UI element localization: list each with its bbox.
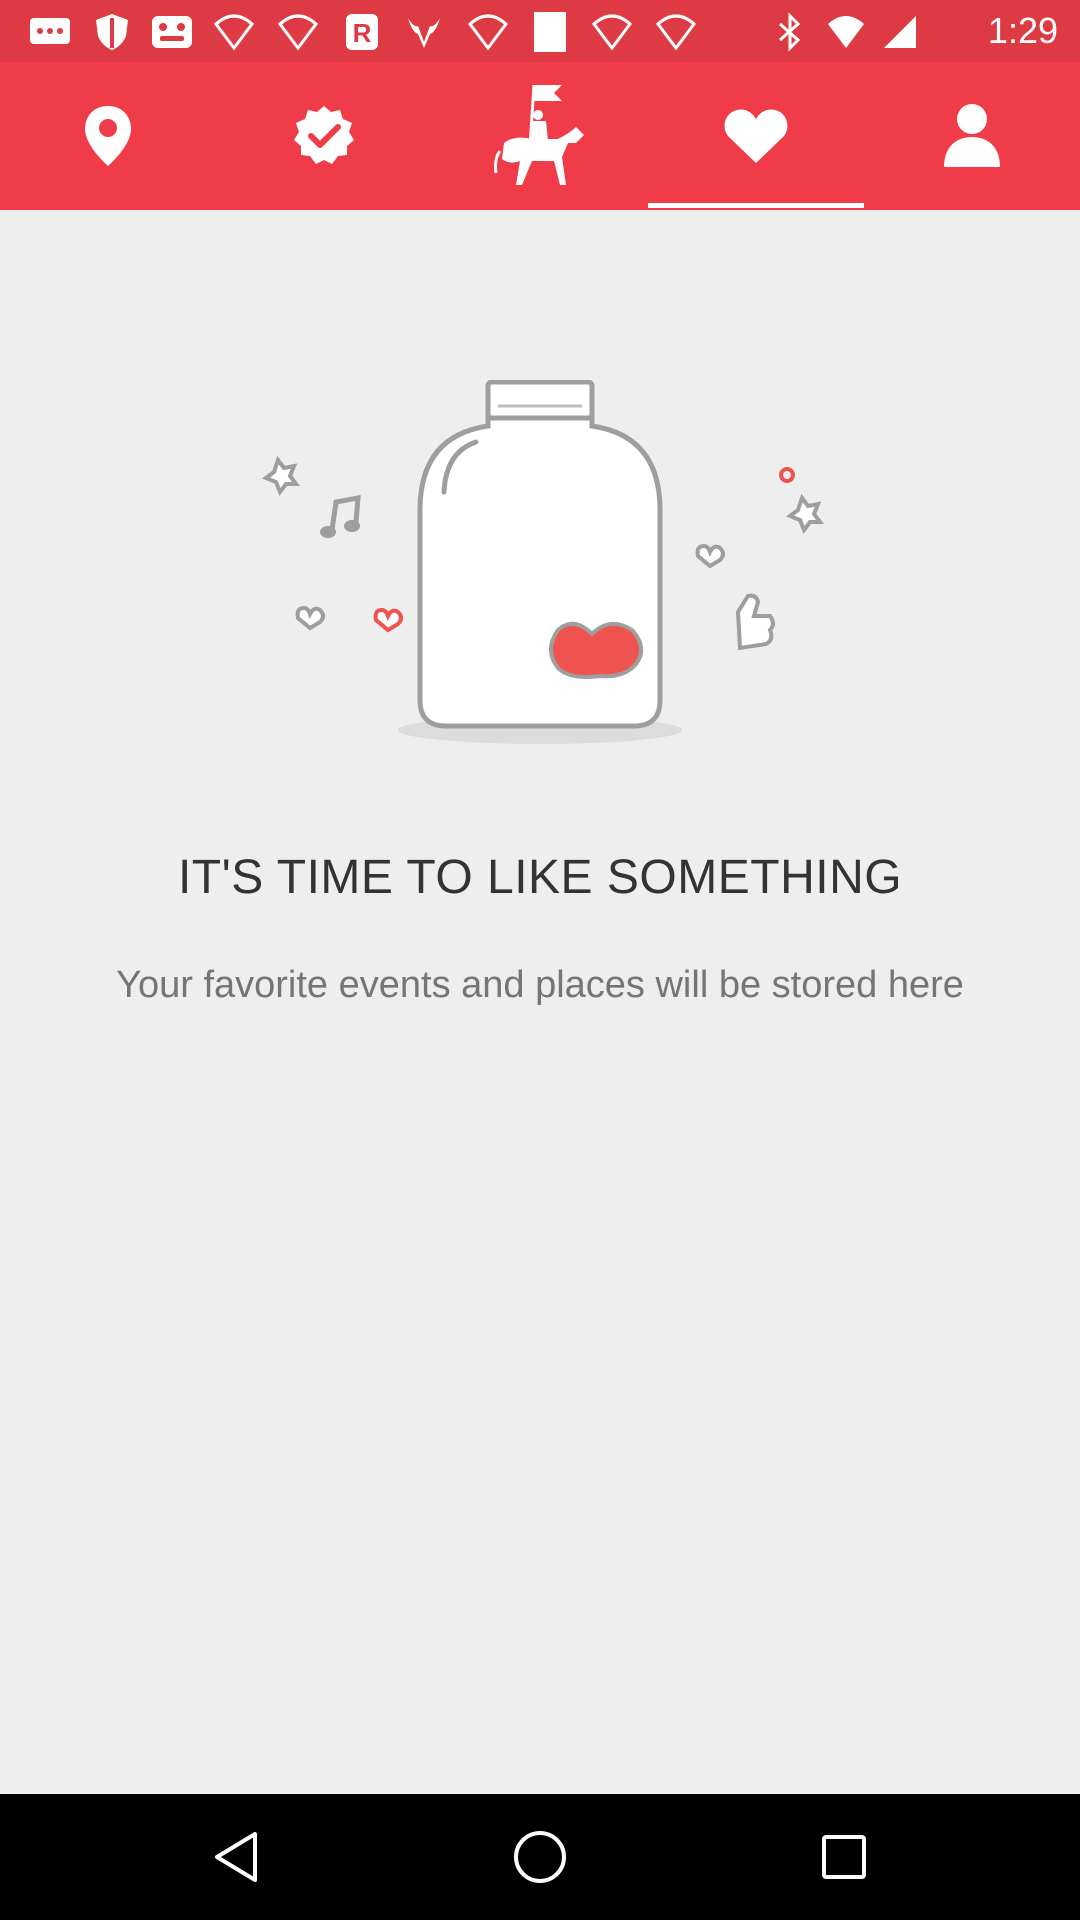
- wifi-icon: [214, 14, 254, 51]
- blank-app-icon: [534, 12, 566, 52]
- selected-tab-indicator: [648, 203, 864, 208]
- recents-button[interactable]: [814, 1827, 874, 1887]
- tab-events[interactable]: [432, 62, 648, 210]
- back-icon: [215, 1832, 257, 1882]
- person-icon: [944, 104, 1000, 167]
- bull-icon: [408, 18, 440, 48]
- svg-text:R: R: [353, 18, 372, 48]
- tab-verified[interactable]: [216, 62, 432, 210]
- map-pin-icon: [85, 106, 131, 166]
- empty-state-subtitle: Your favorite events and places will be …: [116, 964, 964, 1006]
- wifi-icon: [656, 14, 696, 51]
- game-icon: [152, 16, 192, 48]
- home-button[interactable]: [510, 1827, 570, 1887]
- bluetooth-icon: [779, 12, 801, 52]
- wifi-icon: [592, 14, 632, 51]
- shield-icon: [96, 14, 128, 50]
- jar-with-heart-icon: [261, 380, 824, 744]
- back-button[interactable]: [206, 1827, 266, 1887]
- r-app-icon: R: [346, 14, 378, 50]
- check-badge-icon: [294, 106, 354, 164]
- signal-icon: [884, 16, 916, 48]
- tab-location[interactable]: [0, 62, 216, 210]
- tab-bar: [0, 62, 1080, 210]
- rider-flag-icon: [494, 84, 584, 185]
- status-bar: R 1:29: [0, 0, 1080, 62]
- status-time: 1:29: [987, 10, 1058, 51]
- empty-state-title: IT'S TIME TO LIKE SOMETHING: [177, 851, 903, 904]
- tab-favorites[interactable]: [648, 62, 864, 210]
- recents-icon: [822, 1835, 866, 1879]
- system-nav-bar: [0, 1794, 1080, 1920]
- tab-profile[interactable]: [864, 62, 1080, 210]
- wifi-icon: [468, 14, 508, 51]
- wifi-icon: [828, 16, 864, 48]
- wifi-icon: [278, 14, 318, 51]
- heart-icon: [724, 109, 788, 163]
- favorites-empty-state: IT'S TIME TO LIKE SOMETHING Your favorit…: [0, 210, 1080, 1794]
- messages-icon: [30, 18, 70, 44]
- home-icon: [514, 1831, 566, 1883]
